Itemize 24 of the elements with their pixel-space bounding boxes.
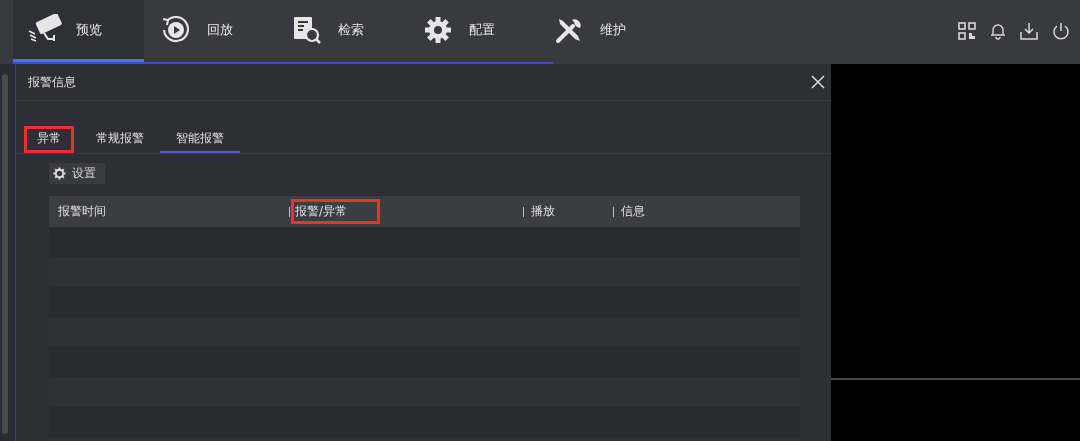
nav-tab[interactable]: 预览 — [13, 0, 144, 62]
nav-tab[interactable]: 维护 — [537, 0, 668, 62]
panel-title: 报警信息 — [28, 73, 76, 91]
document-search-icon — [292, 14, 322, 45]
column-header: 报警时间 — [57, 203, 107, 220]
nav-tab[interactable]: 配置 — [406, 0, 537, 62]
download-icon[interactable] — [1020, 22, 1038, 40]
power-icon[interactable] — [1052, 22, 1070, 40]
tab[interactable]: 异常 — [27, 129, 71, 150]
play-circle-icon — [161, 14, 191, 45]
nav-tab[interactable]: 检索 — [275, 0, 406, 62]
close-icon[interactable] — [811, 75, 825, 89]
column-header: 信息 — [620, 203, 646, 220]
gear-icon — [424, 15, 452, 44]
gear-icon — [53, 167, 66, 180]
tab[interactable]: 常规报警 — [80, 126, 160, 153]
column-header: 报警/异常 — [294, 202, 378, 221]
nav-tab[interactable]: 回放 — [144, 0, 275, 62]
scrollbar[interactable] — [2, 74, 8, 434]
bell-icon[interactable] — [990, 22, 1006, 40]
settings-button[interactable]: 设置 — [49, 163, 105, 184]
column-header: 播放 — [530, 203, 556, 220]
qr-code-icon[interactable] — [958, 22, 976, 40]
tab[interactable]: 智能报警 — [160, 126, 240, 153]
